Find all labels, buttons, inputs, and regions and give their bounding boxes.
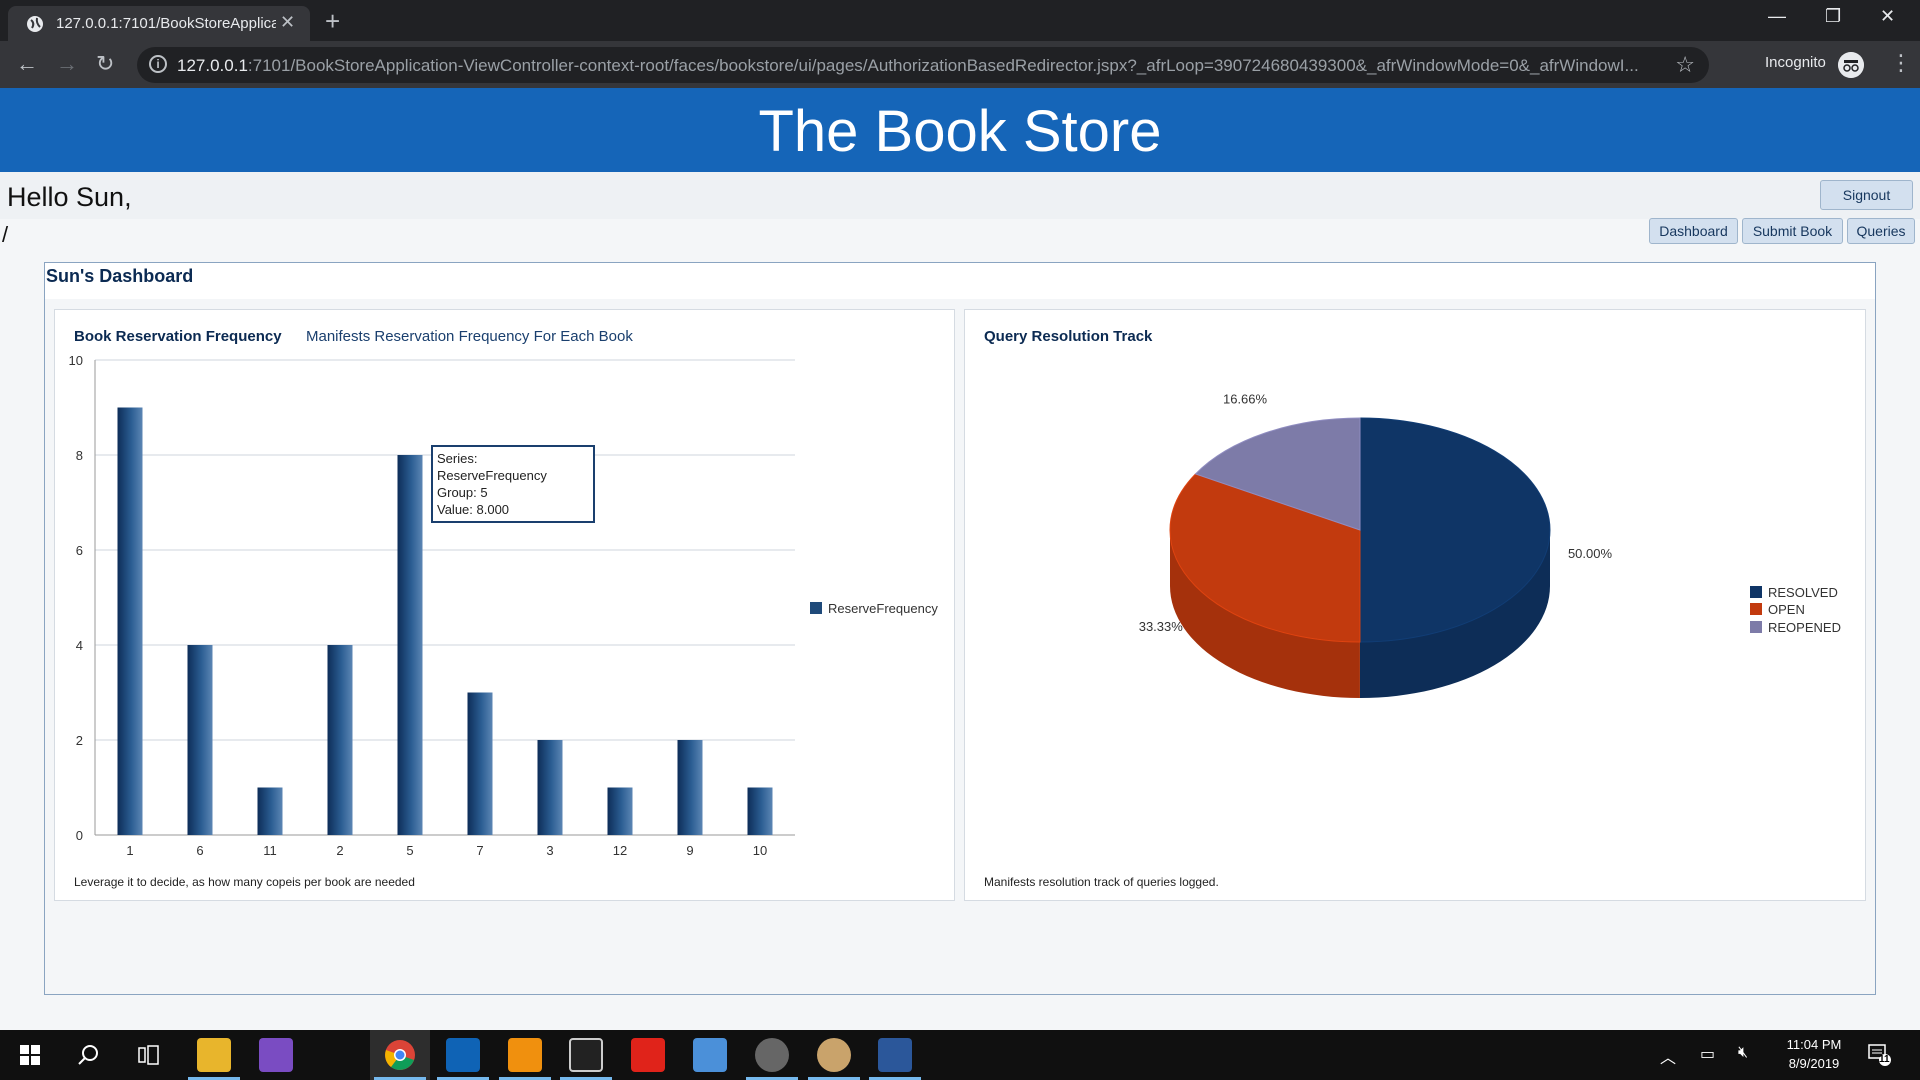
info-icon[interactable]: i <box>149 55 167 73</box>
x-tick-label: 2 <box>336 843 343 858</box>
pie-data-label: 16.66% <box>1223 392 1268 407</box>
dashboard-title: Sun's Dashboard <box>46 266 194 286</box>
legend-swatch <box>1750 603 1762 615</box>
tooltip-value: Value: 8.000 <box>437 502 510 517</box>
browser-menu-icon[interactable]: ⋮ <box>1890 50 1912 76</box>
terminal-icon[interactable] <box>569 1038 603 1072</box>
x-tick-label: 11 <box>263 843 277 858</box>
outlook-icon[interactable] <box>446 1038 480 1072</box>
new-tab-icon[interactable]: + <box>325 6 340 37</box>
y-tick-label: 8 <box>76 448 83 463</box>
nav-dashboard-button[interactable]: Dashboard <box>1649 218 1738 244</box>
incognito-icon[interactable] <box>1838 52 1864 78</box>
oracle-icon[interactable] <box>631 1038 665 1072</box>
pie-chart-footer: Manifests resolution track of queries lo… <box>984 875 1219 889</box>
bar[interactable] <box>117 407 143 836</box>
globe-icon <box>27 16 43 32</box>
chart-tooltip: Series: ReserveFrequency Group: 5 Value:… <box>431 445 595 523</box>
minimize-icon[interactable]: — <box>1768 6 1786 27</box>
notification-count: 11 <box>1879 1054 1890 1065</box>
bar[interactable] <box>677 740 703 835</box>
reservation-frequency-panel: Book Reservation Frequency Manifests Res… <box>54 309 955 901</box>
dashboard-header <box>45 263 1875 299</box>
settings-gear-icon[interactable] <box>755 1038 789 1072</box>
x-tick-label: 10 <box>753 843 767 858</box>
restore-icon[interactable]: ❐ <box>1825 6 1841 27</box>
app-icon[interactable] <box>259 1038 293 1072</box>
battery-icon[interactable]: ▭ <box>1700 1044 1715 1064</box>
query-resolution-panel: Query Resolution Track 50.00% 33.33% 16.66… <box>964 309 1866 901</box>
volume-muted-icon[interactable]: 🔇︎ <box>1738 1044 1748 1062</box>
bar-chart-footer: Leverage it to decide, as how many copei… <box>74 875 415 889</box>
x-tick-label: 1 <box>126 843 133 858</box>
site-title: The Book Store <box>758 99 1162 164</box>
y-tick-label: 4 <box>76 638 83 653</box>
bookmark-star-icon[interactable]: ☆ <box>1675 52 1695 78</box>
word-icon[interactable] <box>878 1038 912 1072</box>
java-icon[interactable] <box>817 1038 851 1072</box>
browser-tab[interactable]: 127.0.0.1:7101/BookStoreApplica ✕ <box>8 6 310 41</box>
clock-date[interactable]: 8/9/2019 <box>1782 1056 1846 1071</box>
sublime-icon[interactable] <box>508 1038 542 1072</box>
y-tick-label: 0 <box>76 828 83 843</box>
app-icon-2[interactable] <box>693 1038 727 1072</box>
clock-time[interactable]: 11:04 PM <box>1782 1037 1846 1052</box>
x-tick-label: 3 <box>546 843 553 858</box>
bar[interactable] <box>537 740 563 835</box>
bar[interactable] <box>327 645 353 835</box>
nav-submit-book-button[interactable]: Submit Book <box>1742 218 1843 244</box>
bar[interactable] <box>467 692 493 836</box>
windows-taskbar: ︿ ▭ 🔇︎ 11:04 PM 8/9/2019 11 <box>0 1030 1920 1080</box>
browser-toolbar: ← → ↻ i 127.0.0.1:7101/BookStoreApplicat… <box>0 41 1920 88</box>
nav-queries-button[interactable]: Queries <box>1847 218 1915 244</box>
dashboard-container: Sun's Dashboard Book Reservation Frequen… <box>44 262 1876 995</box>
pie-legend-reopened: REOPENED <box>1750 620 1841 635</box>
legend-swatch <box>1750 621 1762 633</box>
search-icon[interactable] <box>78 1044 100 1066</box>
window-close-icon[interactable]: ✕ <box>1880 6 1895 27</box>
task-view-icon[interactable] <box>138 1045 160 1065</box>
bar[interactable] <box>607 787 633 836</box>
y-tick-label: 6 <box>76 543 83 558</box>
tab-title: 127.0.0.1:7101/BookStoreApplica <box>56 15 276 32</box>
x-tick-label: 6 <box>196 843 203 858</box>
pie-legend-open: OPEN <box>1750 602 1805 617</box>
tray-chevron-icon[interactable]: ︿ <box>1660 1044 1676 1068</box>
y-tick-label: 2 <box>76 733 83 748</box>
legend-swatch <box>1750 586 1762 598</box>
incognito-label: Incognito <box>1765 54 1826 71</box>
x-tick-label: 9 <box>686 843 693 858</box>
bar[interactable] <box>187 645 213 835</box>
forward-icon[interactable]: → <box>56 51 78 77</box>
x-tick-label: 5 <box>406 843 413 858</box>
y-tick-label: 10 <box>69 353 83 368</box>
pie-data-label: 33.33% <box>1139 619 1184 634</box>
address-bar[interactable]: i 127.0.0.1:7101/BookStoreApplication-Vi… <box>137 47 1709 83</box>
pie-chart[interactable]: 50.00% 33.33% 16.66% <box>965 310 1865 900</box>
reload-icon[interactable]: ↻ <box>96 51 114 77</box>
windows-start-icon[interactable] <box>20 1045 40 1065</box>
bar[interactable] <box>257 787 283 836</box>
bar[interactable] <box>397 455 423 835</box>
bar-legend-item: ReserveFrequency <box>810 601 938 616</box>
close-tab-icon[interactable]: ✕ <box>280 12 295 33</box>
site-banner: The Book Store <box>0 88 1920 172</box>
x-tick-label: 7 <box>476 843 483 858</box>
tooltip-group: Group: 5 <box>437 485 488 500</box>
tooltip-series: Series: ReserveFrequency <box>437 451 547 483</box>
chrome-icon[interactable] <box>383 1038 417 1072</box>
greeting-text: Hello Sun, <box>7 182 132 212</box>
legend-swatch <box>810 602 822 614</box>
breadcrumb: / <box>2 222 9 247</box>
url-text[interactable]: 127.0.0.1:7101/BookStoreApplication-View… <box>177 56 1657 76</box>
back-icon[interactable]: ← <box>16 51 38 77</box>
greeting-bar: Hello Sun, Signout <box>0 172 1920 219</box>
signout-button[interactable]: Signout <box>1820 180 1913 210</box>
pie-legend-resolved: RESOLVED <box>1750 585 1838 600</box>
pie-data-label: 50.00% <box>1568 546 1613 561</box>
x-tick-label: 12 <box>613 843 627 858</box>
file-explorer-icon[interactable] <box>197 1038 231 1072</box>
browser-tab-bar: 127.0.0.1:7101/BookStoreApplica ✕ + — ❐ … <box>0 0 1920 41</box>
bar[interactable] <box>747 787 773 836</box>
